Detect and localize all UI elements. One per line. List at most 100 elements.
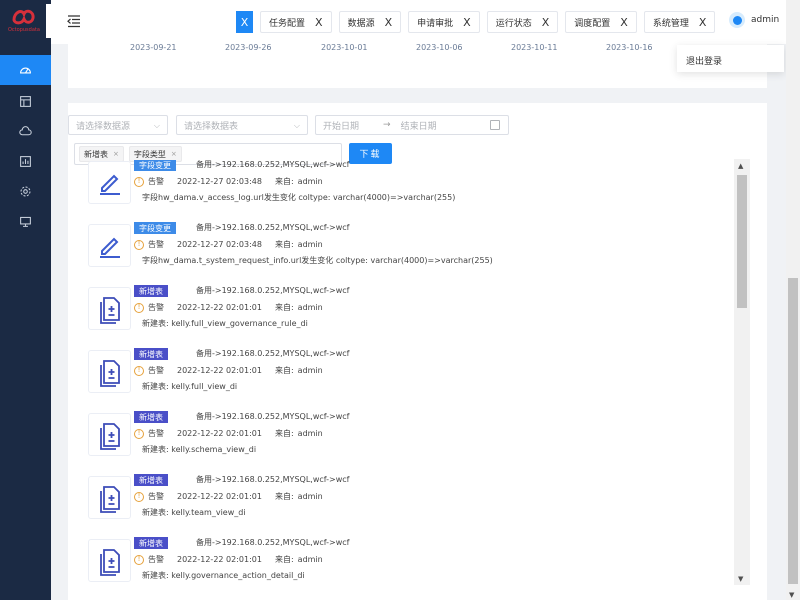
tab-datasource[interactable]: 数据源 X [338,11,402,33]
date-tick: 2023-10-11 [511,43,558,52]
page-scrollbar[interactable]: ▼ [786,0,800,600]
scroll-down-icon[interactable]: ▼ [738,575,743,583]
monitor-icon [20,216,31,227]
close-icon[interactable]: X [236,11,253,33]
brand-logo-icon [12,9,35,25]
event-meta: ! 告警 2022-12-22 02:01:01 来自: admin [134,554,323,565]
tab-task-config[interactable]: 任务配置 X [260,11,332,33]
date-tick: 2023-09-26 [225,43,272,52]
add-file-icon [88,350,131,393]
date-tick: 2023-10-06 [416,43,463,52]
event-time: 2022-12-22 02:01:01 [177,303,262,312]
event-level: 告警 [148,303,164,312]
logout-menu-item[interactable]: 退出登录 [677,45,784,72]
close-icon[interactable]: X [385,16,393,29]
event-type-badge: 新增表 [134,285,168,297]
tab-label: 数据源 [347,18,375,29]
event-meta: ! 告警 2022-12-27 02:03:48 来自: admin [134,239,323,250]
event-detail: 新建表: kelly.governance_action_detail_di [142,571,305,580]
avatar[interactable] [729,12,745,28]
date-tick: 2023-10-01 [321,43,368,52]
close-icon[interactable]: X [315,16,323,29]
event-source-label: 来自: [274,429,294,438]
event-time: 2022-12-22 02:01:01 [177,555,262,564]
event-detail: 新建表: kelly.full_view_governance_rule_di [142,319,308,328]
event-type-badge: 字段变更 [134,222,176,234]
event-detail: 新建表: kelly.full_view_di [142,382,238,391]
scroll-up-icon[interactable]: ▲ [738,162,743,170]
edit-icon [88,161,131,204]
event-level: 告警 [148,177,164,186]
event-path: 备用->192.168.0.252,MYSQL,wcf->wcf [196,286,350,295]
tab-bar: X 任务配置 X 数据源 X 申请审批 X 运行状态 X 调度配置 X 系统管理 X [236,11,722,33]
event-type-badge: 新增表 [134,411,168,423]
close-icon[interactable]: X [542,16,550,29]
event-path: 备用->192.168.0.252,MYSQL,wcf->wcf [196,349,350,358]
close-icon[interactable]: × [113,150,119,158]
close-icon[interactable]: X [620,16,628,29]
event-source-label: 来自: [274,303,294,312]
cloud-icon [19,125,32,135]
gear-icon [20,186,31,196]
start-date-input[interactable]: 开始日期 [323,119,359,132]
event-detail: 新建表: kelly.team_view_di [142,508,246,517]
chevron-down-icon: ⌵ [153,121,160,130]
list-item: 新增表 备用->192.168.0.252,MYSQL,wcf->wcf ! 告… [86,407,726,470]
range-separator: → [383,120,391,130]
event-type-badge: 新增表 [134,474,168,486]
sidebar-item-dashboard[interactable] [0,55,51,85]
logo: Octopusdata [0,0,51,42]
event-user: admin [297,555,323,564]
event-detail: 字段hw_dama.t_system_request_info.url发生变化 … [142,256,493,265]
date-range-picker[interactable]: 开始日期 → 结束日期 [315,115,509,135]
event-meta: ! 告警 2022-12-22 02:01:01 来自: admin [134,428,323,439]
warning-icon: ! [134,239,144,250]
event-path: 备用->192.168.0.252,MYSQL,wcf->wcf [196,412,350,421]
warning-icon: ! [134,176,144,187]
chart-date-axis: 2023-09-21 2023-09-26 2023-10-01 2023-10… [68,36,767,88]
event-path: 备用->192.168.0.252,MYSQL,wcf->wcf [196,223,350,232]
select-placeholder: 请选择数据表 [184,121,239,132]
warning-icon: ! [134,554,144,565]
close-icon[interactable]: X [463,16,471,29]
list-scrollbar[interactable]: ▲ ▼ [734,159,750,585]
tab-approval[interactable]: 申请审批 X [408,11,480,33]
sidebar-item-settings[interactable] [0,176,51,206]
event-user: admin [297,177,323,186]
tab-run-status[interactable]: 运行状态 X [486,11,559,33]
menu-fold-icon[interactable] [66,13,82,29]
event-user: admin [297,429,323,438]
date-tick: 2023-10-16 [606,43,653,52]
tab-label: 系统管理 [652,18,689,29]
end-date-input[interactable]: 结束日期 [401,119,437,132]
warning-icon: ! [134,365,144,376]
tab-schedule-config[interactable]: 调度配置 X [565,11,637,33]
sidebar-item-monitor[interactable] [0,206,51,236]
event-meta: ! 告警 2022-12-22 02:01:01 来自: admin [134,302,323,313]
sidebar-item-layout[interactable] [0,86,51,116]
edit-icon [88,224,131,267]
tab-label: 运行状态 [495,18,532,29]
datasource-select[interactable]: 请选择数据源 ⌵ [68,115,168,135]
table-select[interactable]: 请选择数据表 ⌵ [176,115,308,135]
event-source-label: 来自: [274,177,294,186]
event-source-label: 来自: [274,492,294,501]
event-source-label: 来自: [274,366,294,375]
username[interactable]: admin [751,15,779,25]
scroll-down-icon[interactable]: ▼ [789,591,794,599]
add-file-icon [88,476,131,519]
sidebar-item-chart[interactable] [0,146,51,176]
event-user: admin [297,492,323,501]
tab-system-admin[interactable]: 系统管理 X [643,11,716,33]
list-item: 字段变更 备用->192.168.0.252,MYSQL,wcf->wcf ! … [86,218,726,281]
user-menu[interactable]: admin [729,12,779,28]
add-file-icon [88,413,131,456]
event-type-badge: 新增表 [134,537,168,549]
close-icon[interactable]: × [171,150,177,158]
event-detail: 新建表: kelly.schema_view_di [142,445,257,454]
event-time: 2022-12-22 02:01:01 [177,492,262,501]
sidebar-item-cloud[interactable] [0,116,51,146]
scroll-thumb[interactable] [737,175,747,308]
close-icon[interactable]: X [699,16,707,29]
scroll-thumb[interactable] [788,278,798,584]
